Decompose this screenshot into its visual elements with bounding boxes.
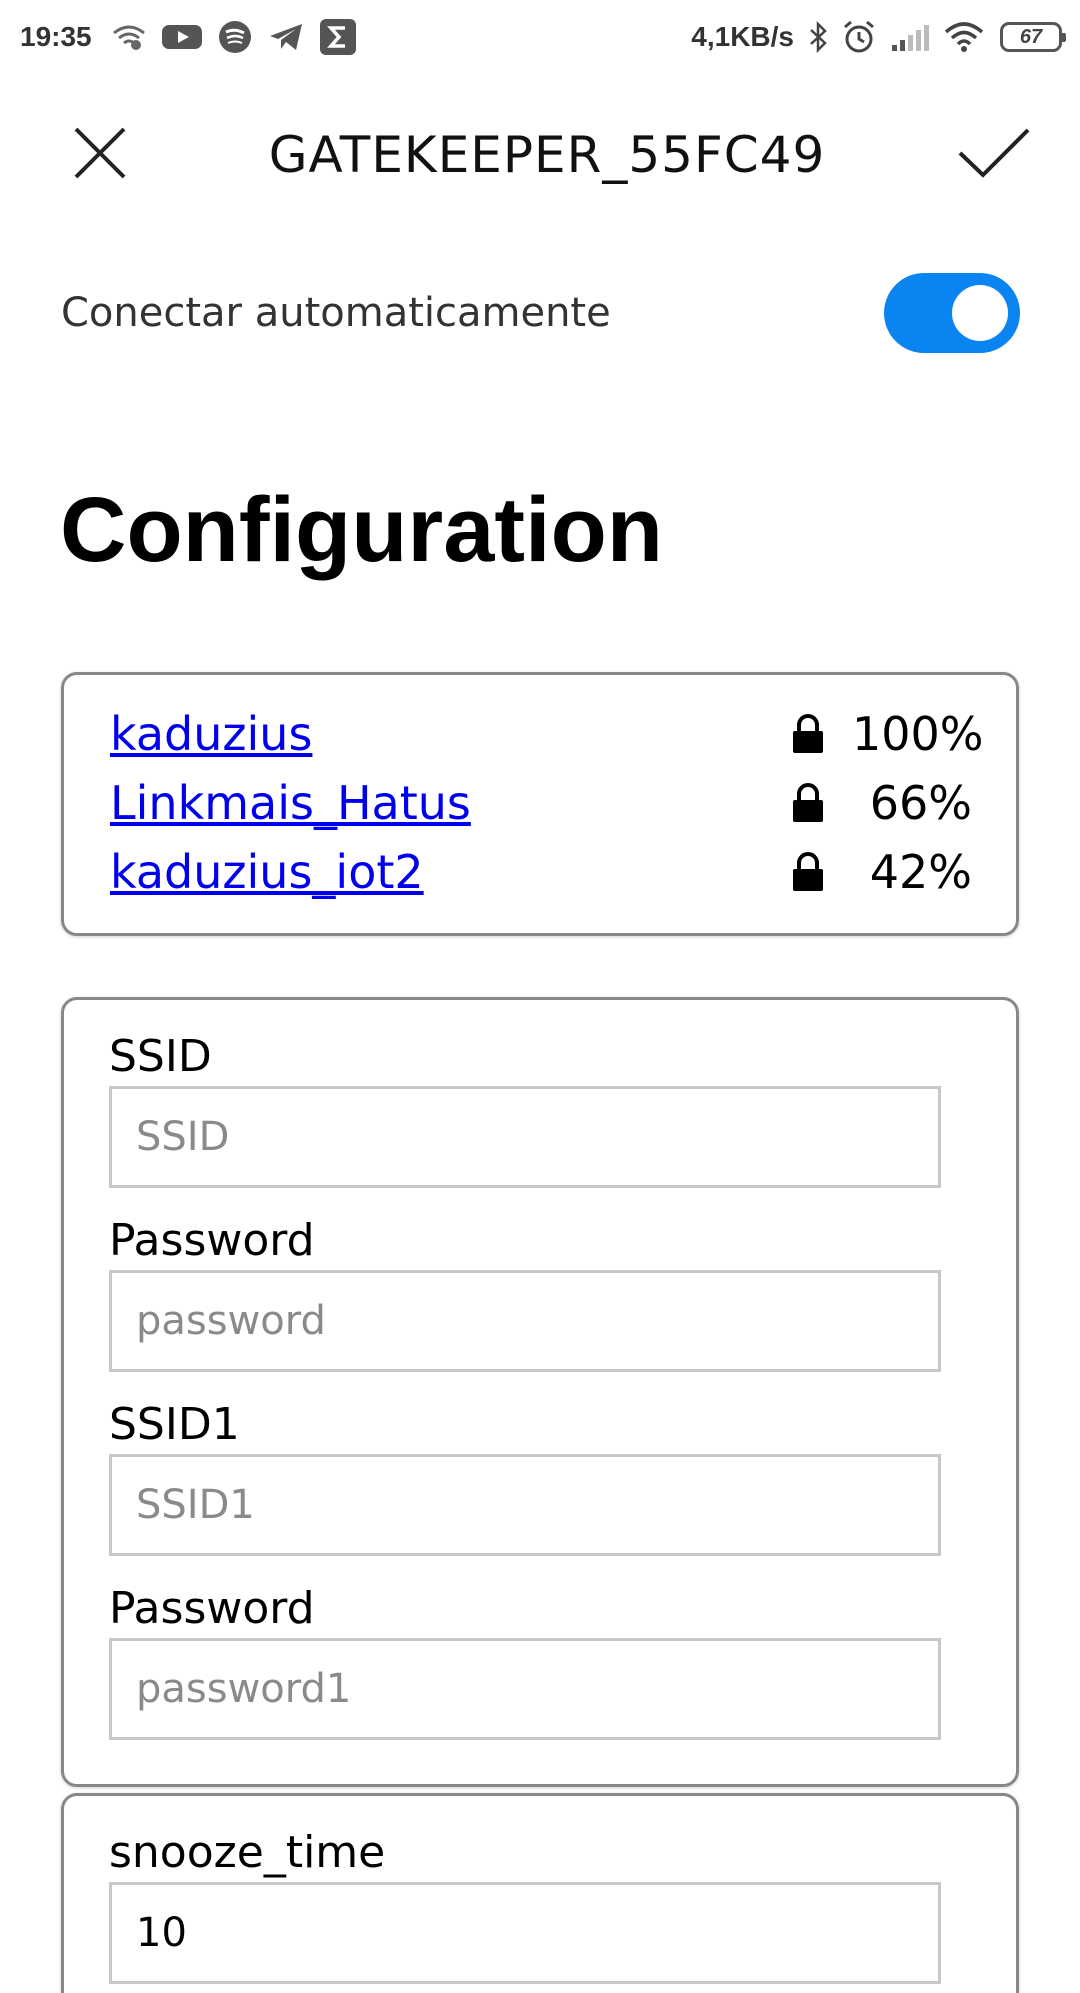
page-heading: Configuration <box>60 479 663 581</box>
cell-signal-icon <box>890 23 930 51</box>
network-link[interactable]: Linkmais_Hatus <box>110 776 788 830</box>
ssid-label: SSID <box>109 1031 212 1082</box>
sigma-app-icon <box>319 19 356 55</box>
spotify-icon <box>218 20 252 54</box>
alarm-icon <box>842 20 876 54</box>
auto-connect-label: Conectar automaticamente <box>61 289 611 336</box>
youtube-icon <box>161 23 202 51</box>
network-row: kaduzius_iot2 42% <box>110 837 972 906</box>
ssid-input[interactable] <box>109 1086 941 1188</box>
wifi-icon <box>944 22 984 52</box>
network-speed: 4,1KB/s <box>691 21 794 52</box>
confirm-button[interactable] <box>958 119 1030 191</box>
lock-icon <box>788 713 828 754</box>
clock: 19:35 <box>20 21 92 52</box>
password-input[interactable] <box>109 1270 941 1372</box>
network-link[interactable]: kaduzius <box>110 707 788 761</box>
dialog-header: GATEKEEPER_55FC49 <box>0 90 1080 220</box>
wifi-credentials-form: SSID Password SSID1 Password <box>61 997 1019 1787</box>
status-bar: 19:35 4,1KB/s 67 <box>0 0 1080 74</box>
checkmark-icon <box>957 127 1031 184</box>
close-button[interactable] <box>64 119 136 191</box>
network-signal: 42% <box>869 844 972 899</box>
ssid1-input[interactable] <box>109 1454 941 1556</box>
lock-icon <box>788 851 828 892</box>
password-label: Password <box>109 1215 315 1266</box>
network-row: kaduzius 100% <box>110 699 984 768</box>
snooze-section: snooze_time <box>61 1793 1019 1993</box>
close-icon <box>72 125 128 186</box>
battery-indicator: 67 <box>1000 22 1066 52</box>
toggle-knob <box>952 284 1008 341</box>
network-link[interactable]: kaduzius_iot2 <box>110 845 788 899</box>
auto-connect-row: Conectar automaticamente <box>0 265 1080 360</box>
network-list: kaduzius 100% Linkmais_Hatus 66% kaduziu… <box>61 672 1019 936</box>
network-row: Linkmais_Hatus 66% <box>110 768 972 837</box>
lock-icon <box>788 782 828 823</box>
bluetooth-icon <box>808 21 828 53</box>
auto-connect-toggle[interactable] <box>884 272 1020 353</box>
password1-label: Password <box>109 1583 315 1634</box>
wifi-hotspot-icon <box>112 23 146 51</box>
snooze-time-label: snooze_time <box>109 1827 386 1878</box>
network-signal: 100% <box>852 706 984 761</box>
ssid1-label: SSID1 <box>109 1399 240 1450</box>
page-title: GATEKEEPER_55FC49 <box>268 126 826 184</box>
network-signal: 66% <box>869 775 972 830</box>
snooze-time-input[interactable] <box>109 1882 941 1984</box>
telegram-icon <box>268 22 304 52</box>
password1-input[interactable] <box>109 1638 941 1740</box>
